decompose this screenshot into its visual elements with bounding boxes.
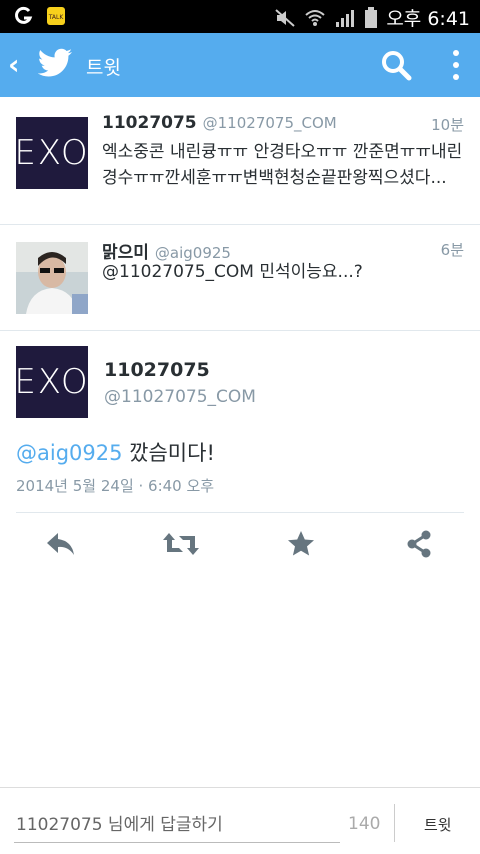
more-options-icon[interactable] [448,47,464,83]
page-title: 트윗 [86,57,121,79]
reply-bar: 140 트윗 [0,787,480,854]
detail-tweet-text: @aig0925 깠슴미다! [16,441,215,465]
tweet-item[interactable]: 맑으미 @aig0925 6분 @11027075_COM 민석이능요...? [0,224,480,331]
twitter-bird-icon [38,48,72,77]
tweet-author: 11027075 @11027075_COM [102,113,337,133]
detail-timestamp: 2014년 5월 24일 · 6:40 오후 [16,477,215,495]
share-icon[interactable] [404,529,434,559]
status-bar: TALK 오후 6:41 [0,0,480,33]
tweet-item[interactable]: EXO 11027075 @11027075_COM 10분 엑소중콘 내린큥ㅠㅠ… [0,97,480,225]
tweet-actions [16,512,464,577]
search-icon[interactable] [380,49,412,81]
mention-link[interactable]: @aig0925 [16,441,122,465]
tweet-handle: @11027075_COM [202,114,337,132]
tweet-time: 6분 [440,241,464,259]
tweet-time: 10분 [431,116,464,134]
signal-icon [336,9,355,27]
svg-text:TALK: TALK [48,14,65,21]
character-count: 140 [348,814,381,834]
detail-author-name: 11027075 [104,359,210,381]
battery-icon [365,6,378,28]
avatar[interactable] [16,242,88,314]
mute-icon [275,8,295,27]
avatar[interactable]: EXO [14,117,88,189]
detail-author-handle: @11027075_COM [104,387,256,407]
favorite-icon[interactable] [286,529,316,559]
tweet-send-button[interactable]: 트윗 [424,814,452,835]
clock: 오후 6:41 [386,8,470,30]
reply-input[interactable] [14,808,340,843]
detail-avatar[interactable]: EXO [14,346,88,418]
retweet-icon[interactable] [162,529,200,559]
tweet-text: 엑소중콘 내린큥ㅠㅠ 안경타오ㅠㅠ 깐준면ㅠㅠ내린경수ㅠㅠ깐세훈ㅠㅠ변백현청순끝… [102,142,463,188]
wifi-icon [305,9,325,26]
g-icon [15,6,33,24]
divider [394,804,395,842]
action-bar: ‹ 트윗 [0,33,480,97]
back-button[interactable]: ‹ [8,51,20,79]
kakao-talk-icon: TALK [47,7,65,25]
tweet-text: @11027075_COM 민석이능요...? [102,262,363,282]
reply-icon[interactable] [44,529,78,559]
